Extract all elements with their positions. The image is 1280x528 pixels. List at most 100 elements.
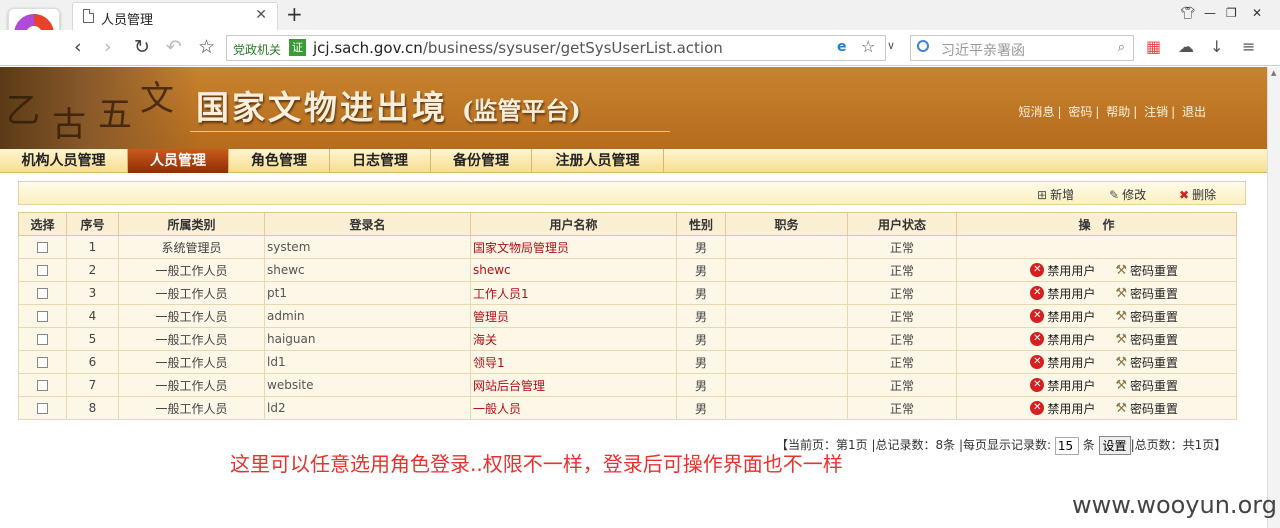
- search-engine-icon: [917, 40, 929, 52]
- row-checkbox[interactable]: [37, 242, 48, 253]
- col-operations: 操 作: [956, 212, 1237, 236]
- position-cell: [725, 373, 848, 397]
- menu-item-org-staff[interactable]: 机构人员管理: [0, 149, 128, 173]
- add-button[interactable]: ⊞ 新增: [1037, 186, 1074, 203]
- back-icon[interactable]: ‹: [74, 36, 82, 58]
- disable-user-link[interactable]: 禁用用户: [1047, 402, 1095, 416]
- table-row: 2 一般工作人员 shewc shewc 男正常 ✕ 禁用用户 ⚒ 密码重置: [18, 258, 1237, 282]
- favorite-star-icon[interactable]: ☆: [861, 37, 875, 56]
- minimize-icon[interactable]: —: [1204, 6, 1216, 20]
- menu-item-roles[interactable]: 角色管理: [229, 149, 330, 173]
- reload-icon[interactable]: ↻: [134, 36, 150, 58]
- download-icon[interactable]: ↓: [1210, 37, 1223, 56]
- category-cell: 一般工作人员: [118, 281, 265, 305]
- table-row: 6 一般工作人员 ld1 领导1 男 正常 ✕ 禁用用户 ⚒ 密码重置: [18, 350, 1237, 374]
- per-page-input[interactable]: [1054, 436, 1079, 455]
- disable-user-link[interactable]: 禁用用户: [1047, 379, 1095, 393]
- window-close-icon[interactable]: ✕: [1252, 6, 1262, 20]
- new-tab-button[interactable]: +: [286, 2, 303, 26]
- menu-icon[interactable]: ≡: [1242, 37, 1255, 56]
- row-checkbox[interactable]: [37, 357, 48, 368]
- chevron-down-icon[interactable]: ∨: [887, 39, 895, 52]
- row-checkbox[interactable]: [37, 265, 48, 276]
- reset-password-link[interactable]: 密码重置: [1130, 287, 1178, 301]
- scroll-up-icon[interactable]: ▲: [1271, 69, 1276, 77]
- url-text[interactable]: jcj.sach.gov.cn/business/sysuser/getSysU…: [313, 39, 723, 57]
- menu-item-staff[interactable]: 人员管理: [128, 149, 229, 173]
- menu-item-registered[interactable]: 注册人员管理: [532, 149, 664, 173]
- row-checkbox[interactable]: [37, 380, 48, 391]
- menu-item-backup[interactable]: 备份管理: [431, 149, 532, 173]
- category-cell: 一般工作人员: [118, 258, 265, 282]
- ie-mode-icon[interactable]: e: [837, 39, 847, 55]
- header-link-password[interactable]: 密码: [1068, 105, 1092, 119]
- edit-button[interactable]: ✎ 修改: [1109, 186, 1146, 203]
- add-label: 新增: [1050, 188, 1075, 202]
- ban-icon: ✕: [1030, 309, 1045, 323]
- gov-badge: 党政机关: [233, 43, 282, 57]
- browser-tab[interactable]: 人员管理 ✕: [72, 2, 278, 30]
- key-icon: ⚒: [1115, 400, 1127, 416]
- pager-per-page-label: 每页显示记录数:: [963, 438, 1052, 452]
- position-cell: [725, 235, 848, 259]
- row-checkbox[interactable]: [37, 403, 48, 414]
- header-link-help[interactable]: 帮助: [1106, 105, 1130, 119]
- disable-user-link[interactable]: 禁用用户: [1047, 310, 1095, 324]
- delete-button[interactable]: ✖ 删除: [1179, 186, 1216, 203]
- page-scrollbar[interactable]: ▲: [1267, 67, 1280, 528]
- category-cell: 一般工作人员: [118, 396, 265, 420]
- disable-user-link[interactable]: 禁用用户: [1047, 287, 1095, 301]
- action-toolbar: ⊞ 新增 ✎ 修改 ✖ 删除: [18, 181, 1246, 205]
- position-cell: [725, 327, 848, 351]
- header-link-logout[interactable]: 注销: [1144, 105, 1168, 119]
- annotation-text: 这里可以任意选用角色登录..权限不一样，登录后可操作界面也不一样: [230, 452, 843, 476]
- header-link-messages[interactable]: 短消息: [1018, 105, 1054, 119]
- address-bar[interactable]: 党政机关 证 jcj.sach.gov.cn/business/sysuser/…: [226, 35, 895, 61]
- operations-cell: ✕ 禁用用户 ⚒ 密码重置: [956, 304, 1237, 328]
- apps-grid-icon[interactable]: ▦: [1146, 37, 1161, 56]
- col-login: 登录名: [264, 212, 471, 236]
- table-row: 4 一般工作人员 admin 管理员男 正常 ✕ 禁用用户 ⚒ 密码重置: [18, 304, 1237, 328]
- row-checkbox[interactable]: [37, 311, 48, 322]
- col-category: 所属类别: [118, 212, 265, 236]
- undo-icon[interactable]: ↶: [166, 36, 182, 58]
- login-cell: ld1: [264, 350, 471, 374]
- reset-password-link[interactable]: 密码重置: [1130, 356, 1178, 370]
- reset-password-link[interactable]: 密码重置: [1130, 333, 1178, 347]
- position-cell: [725, 281, 848, 305]
- header-link-exit[interactable]: 退出: [1182, 105, 1206, 119]
- gender-cell: 男: [676, 281, 726, 305]
- col-position: 职务: [725, 212, 848, 236]
- search-icon[interactable]: ⌕: [1118, 40, 1125, 55]
- tab-close-icon[interactable]: ✕: [255, 7, 267, 23]
- login-cell: haiguan: [264, 327, 471, 351]
- watermark: www.wooyun.org: [1062, 485, 1277, 525]
- table-row: 7 一般工作人员 website 网站后台管理男 正常 ✕ 禁用用户 ⚒ 密码重置: [18, 373, 1237, 397]
- row-checkbox[interactable]: [37, 288, 48, 299]
- bookmark-star-icon[interactable]: ☆: [198, 36, 215, 58]
- maximize-icon[interactable]: ❐: [1226, 6, 1237, 20]
- search-input[interactable]: 习近平亲署函: [941, 40, 1025, 60]
- set-button[interactable]: 设置: [1098, 436, 1131, 455]
- col-status: 用户状态: [847, 212, 957, 236]
- search-box[interactable]: 习近平亲署函 ⌕: [910, 35, 1134, 61]
- page-icon: [83, 9, 94, 23]
- reset-password-link[interactable]: 密码重置: [1130, 379, 1178, 393]
- key-icon: ⚒: [1115, 285, 1127, 301]
- disable-user-link[interactable]: 禁用用户: [1047, 333, 1095, 347]
- site-title-main: 国家文物进出境: [196, 88, 448, 127]
- disable-user-link[interactable]: 禁用用户: [1047, 356, 1095, 370]
- disable-user-link[interactable]: 禁用用户: [1047, 264, 1095, 278]
- reset-password-link[interactable]: 密码重置: [1130, 264, 1178, 278]
- cloud-icon[interactable]: ☁: [1178, 37, 1194, 56]
- title-rule: [190, 131, 670, 132]
- pager-unit: 条: [1082, 438, 1095, 452]
- category-cell: 一般工作人员: [118, 350, 265, 374]
- status-cell: 正常: [847, 327, 957, 351]
- forward-icon[interactable]: ›: [104, 36, 112, 58]
- menu-item-logs[interactable]: 日志管理: [330, 149, 431, 173]
- row-checkbox[interactable]: [37, 334, 48, 345]
- reset-password-link[interactable]: 密码重置: [1130, 310, 1178, 324]
- reset-password-link[interactable]: 密码重置: [1130, 402, 1178, 416]
- shirt-skin-icon[interactable]: 👕︎: [1180, 6, 1195, 20]
